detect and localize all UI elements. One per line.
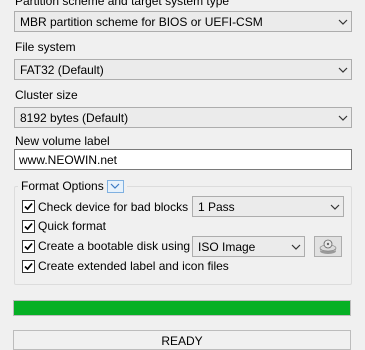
extended-label-checkbox[interactable] bbox=[22, 260, 35, 273]
cluster-size-select[interactable]: 8192 bytes (Default) bbox=[14, 107, 352, 128]
select-image-button[interactable] bbox=[314, 236, 342, 257]
chevron-down-icon bbox=[327, 197, 343, 216]
expand-toggle-icon[interactable] bbox=[106, 179, 124, 193]
bad-blocks-checkbox[interactable] bbox=[22, 200, 35, 213]
partition-scheme-value: MBR partition scheme for BIOS or UEFI-CS… bbox=[20, 14, 263, 29]
boot-source-select[interactable]: ISO Image bbox=[192, 236, 305, 257]
disk-image-icon bbox=[319, 239, 337, 254]
check-icon bbox=[24, 242, 33, 251]
file-system-select[interactable]: FAT32 (Default) bbox=[14, 59, 352, 80]
volume-label-value: www.NEOWIN.net bbox=[19, 152, 118, 167]
format-options-title: Format Options bbox=[21, 179, 104, 193]
extended-label-label[interactable]: Create extended label and icon files bbox=[38, 259, 229, 273]
check-icon bbox=[24, 222, 33, 231]
progress-fill bbox=[14, 301, 350, 315]
file-system-value: FAT32 (Default) bbox=[20, 62, 104, 77]
check-icon bbox=[24, 202, 33, 211]
check-icon bbox=[24, 262, 33, 271]
bad-blocks-passes-select[interactable]: 1 Pass bbox=[192, 196, 344, 217]
quick-format-label[interactable]: Quick format bbox=[38, 219, 106, 233]
bootable-checkbox[interactable] bbox=[22, 240, 35, 253]
status-bar: READY bbox=[13, 330, 351, 350]
chevron-down-icon bbox=[335, 108, 351, 127]
chevron-down-icon bbox=[335, 12, 351, 31]
progress-bar bbox=[13, 300, 351, 316]
file-system-label: File system bbox=[15, 40, 76, 54]
bad-blocks-label[interactable]: Check device for bad blocks bbox=[38, 200, 188, 214]
volume-label-input[interactable]: www.NEOWIN.net bbox=[14, 149, 352, 170]
quick-format-checkbox[interactable] bbox=[22, 220, 35, 233]
bootable-label[interactable]: Create a bootable disk using bbox=[38, 239, 190, 253]
cluster-size-label: Cluster size bbox=[15, 88, 78, 102]
bad-blocks-passes-value: 1 Pass bbox=[198, 199, 235, 214]
format-options-header: Format Options bbox=[18, 179, 127, 193]
chevron-down-icon bbox=[335, 60, 351, 79]
cluster-size-value: 8192 bytes (Default) bbox=[20, 110, 129, 125]
chevron-down-icon bbox=[288, 237, 304, 256]
partition-scheme-select[interactable]: MBR partition scheme for BIOS or UEFI-CS… bbox=[14, 11, 352, 32]
boot-source-value: ISO Image bbox=[198, 239, 256, 254]
partition-scheme-label: Partition scheme and target system type bbox=[15, 0, 230, 8]
volume-label-label: New volume label bbox=[15, 134, 110, 148]
status-text: READY bbox=[161, 334, 203, 348]
